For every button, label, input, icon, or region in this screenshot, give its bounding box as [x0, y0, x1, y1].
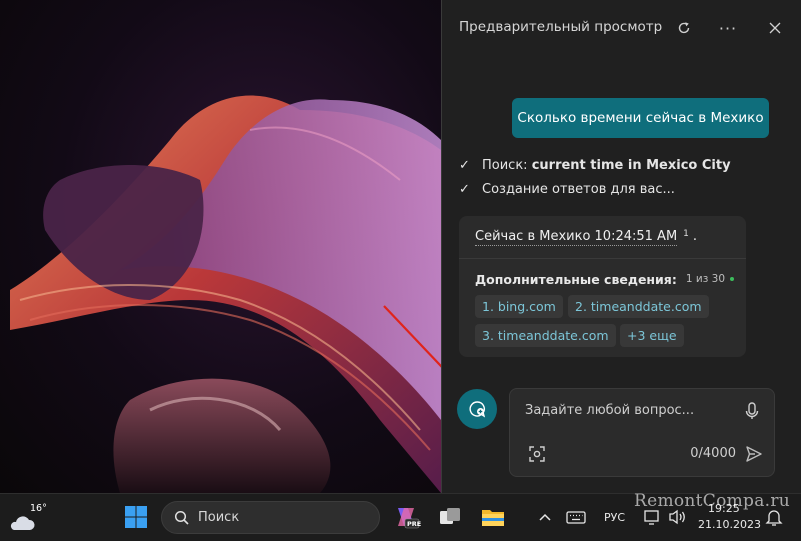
new-topic-button[interactable]	[457, 389, 497, 429]
close-button[interactable]	[761, 14, 789, 42]
task-view-button[interactable]	[436, 503, 464, 531]
temperature: 16°	[30, 503, 47, 514]
user-message: Сколько времени сейчас в Мехико	[512, 98, 769, 138]
start-button[interactable]	[122, 503, 150, 531]
generating-step: ✓ Создание ответов для вас...	[459, 182, 675, 197]
task-view-icon	[440, 508, 460, 524]
pane-title: Предварительный просмотр	[459, 19, 663, 35]
page-count: 1 из 30	[686, 273, 734, 285]
answer-trailing: .	[692, 229, 698, 244]
source-link-2[interactable]: 2. timeanddate.com	[568, 295, 709, 318]
answer-text[interactable]: Сейчас в Мехико 10:24:51 AM	[475, 229, 678, 246]
more-sources-button[interactable]: +3 еще	[620, 324, 684, 347]
more-options-button[interactable]: ···	[714, 14, 742, 42]
more-info-label: Дополнительные сведения:	[475, 272, 677, 287]
refresh-button[interactable]	[670, 14, 698, 42]
source-link-1[interactable]: 1. bing.com	[475, 295, 563, 318]
generating-step-label: Создание ответов для вас...	[482, 182, 675, 197]
touch-keyboard-button[interactable]	[562, 503, 590, 531]
char-counter: 0/4000	[690, 446, 736, 461]
more-icon: ···	[718, 18, 738, 38]
search-step-prefix: Поиск:	[482, 158, 532, 173]
show-hidden-icons-button[interactable]	[531, 503, 559, 531]
divider	[459, 258, 746, 259]
send-icon[interactable]	[744, 444, 764, 464]
answer-card: Сейчас в Мехико 10:24:51 AM 1 . Дополнит…	[459, 216, 746, 357]
language-indicator[interactable]: РУС	[604, 511, 625, 524]
search-icon	[174, 510, 189, 525]
keyboard-icon	[566, 511, 586, 524]
watermark: RemontCompa.ru	[634, 491, 791, 511]
chat-input[interactable]: Задайте любой вопрос... 0/4000	[509, 388, 775, 477]
refresh-icon	[678, 22, 690, 34]
copilot-taskbar-button[interactable]: PRE	[392, 503, 422, 531]
desktop-wallpaper	[0, 0, 441, 493]
citation-marker[interactable]: 1	[683, 229, 689, 239]
search-placeholder: Поиск	[198, 510, 240, 525]
status-dot-icon	[730, 277, 734, 281]
folder-icon	[482, 510, 504, 526]
search-step: ✓ Поиск: current time in Mexico City	[459, 158, 731, 173]
taskbar-search[interactable]: Поиск	[161, 501, 380, 534]
source-link-3[interactable]: 3. timeanddate.com	[475, 324, 616, 347]
check-icon: ✓	[459, 182, 470, 197]
search-query: current time in Mexico City	[531, 158, 731, 173]
check-icon: ✓	[459, 158, 470, 173]
page-count-text: 1 из 30	[685, 273, 725, 285]
weather-widget[interactable]: 16°	[8, 502, 47, 532]
clock-date[interactable]: 21.10.2023	[698, 518, 761, 531]
windows-logo-icon	[125, 506, 147, 528]
chevron-up-icon	[539, 513, 551, 521]
close-icon	[769, 22, 781, 34]
pane-header: Предварительный просмотр ···	[442, 0, 801, 56]
image-capture-icon[interactable]	[527, 444, 547, 464]
microphone-icon[interactable]	[742, 401, 762, 421]
copilot-badge: PRE	[407, 520, 422, 528]
file-explorer-button[interactable]	[479, 503, 507, 531]
chat-input-placeholder: Задайте любой вопрос...	[525, 403, 695, 418]
answer-text-row: Сейчас в Мехико 10:24:51 AM 1 .	[475, 229, 697, 246]
new-chat-icon	[469, 401, 486, 418]
copilot-pane: Предварительный просмотр ··· Сколько вре…	[441, 0, 801, 493]
